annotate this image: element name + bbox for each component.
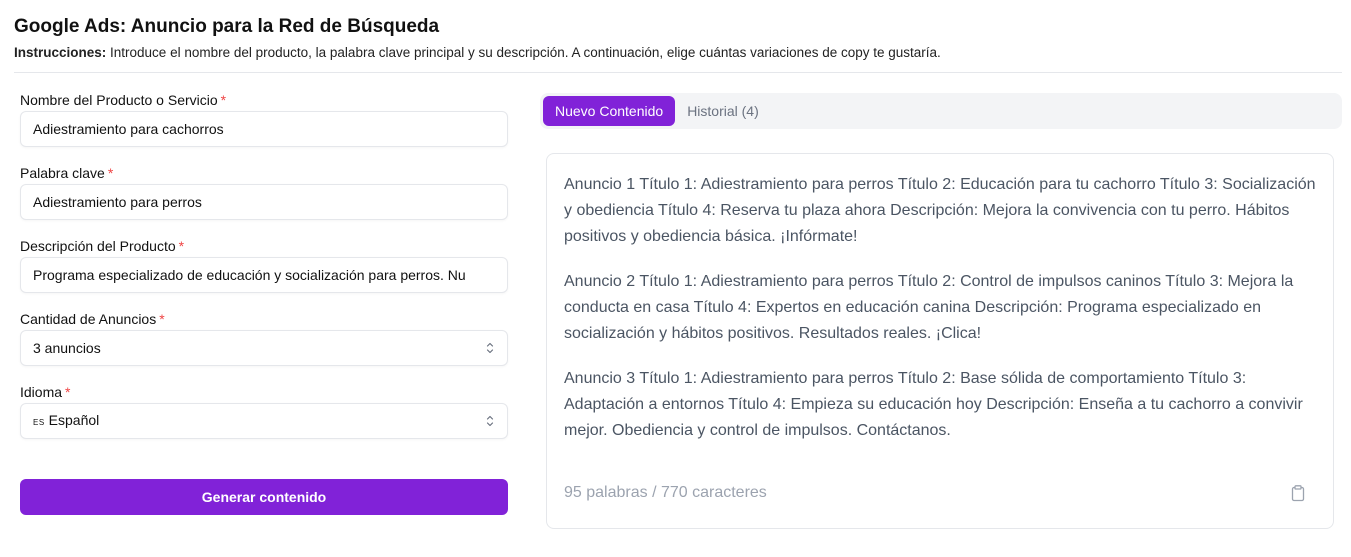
chevron-up-down-icon	[486, 342, 494, 354]
required-marker: *	[107, 165, 114, 181]
generated-output-card: Anuncio 1 Título 1: Adiestramiento para …	[546, 153, 1334, 529]
product-field: Nombre del Producto o Servicio * Adiestra…	[20, 91, 508, 147]
language-field: Idioma * ES Español	[20, 383, 508, 439]
language-value: Español	[48, 411, 100, 428]
tab-history[interactable]: Historial (4)	[675, 96, 771, 126]
generate-content-button[interactable]: Generar contenido	[20, 479, 508, 515]
header-divider	[14, 72, 1342, 73]
quantity-field: Cantidad de Anuncios * 3 anuncios	[20, 310, 508, 366]
description-value: Programa especializado de educación y so…	[33, 267, 466, 283]
instructions-text: Introduce el nombre del producto, la pal…	[106, 45, 941, 60]
page-title: Google Ads: Anuncio para la Red de Búsqu…	[14, 16, 440, 37]
keyword-field: Palabra clave * Adiestramiento para perro…	[20, 164, 508, 220]
page-header: Google Ads: Anuncio para la Red de Búsqu…	[14, 14, 1342, 62]
language-select[interactable]: ES Español	[20, 403, 508, 439]
content-tabs: Nuevo Contenido Historial (4)	[540, 93, 1342, 129]
language-selected: ES Español	[33, 404, 100, 438]
description-label: Descripción del Producto *	[20, 238, 185, 254]
quantity-label: Cantidad de Anuncios *	[20, 311, 165, 327]
ad-copy-3: Anuncio 3 Título 1: Adiestramiento para …	[564, 370, 1303, 439]
spain-flag-icon: ES	[33, 417, 45, 427]
description-field: Descripción del Producto * Programa espec…	[20, 237, 508, 293]
ad-form: Nombre del Producto o Servicio * Adiestra…	[20, 91, 508, 456]
product-name-value: Adiestramiento para cachorros	[33, 121, 224, 137]
keyword-label: Palabra clave *	[20, 165, 114, 181]
instructions-label: Instrucciones:	[14, 45, 107, 60]
product-name-input[interactable]: Adiestramiento para cachorros	[20, 111, 508, 147]
word-count: 95 palabras / 770 caracteres	[564, 484, 767, 501]
output-footer: 95 palabras / 770 caracteres	[564, 484, 1307, 502]
required-marker: *	[159, 311, 165, 327]
required-marker: *	[178, 238, 185, 254]
keyword-value: Adiestramiento para perros	[33, 194, 202, 210]
chevron-up-down-icon	[486, 415, 494, 427]
quantity-select[interactable]: 3 anuncios	[20, 330, 508, 366]
clipboard-icon[interactable]	[1289, 484, 1307, 502]
language-label: Idioma *	[20, 384, 71, 400]
ad-copy-2: Anuncio 2 Título 1: Adiestramiento para …	[564, 273, 1294, 342]
keyword-input[interactable]: Adiestramiento para perros	[20, 184, 508, 220]
product-label: Nombre del Producto o Servicio *	[20, 92, 227, 108]
ad-copy-1: Anuncio 1 Título 1: Adiestramiento para …	[564, 176, 1316, 245]
description-input[interactable]: Programa especializado de educación y so…	[20, 257, 508, 293]
tab-new-content[interactable]: Nuevo Contenido	[543, 96, 676, 126]
required-marker: *	[65, 384, 71, 400]
quantity-value: 3 anuncios	[33, 340, 101, 356]
required-marker: *	[220, 92, 227, 108]
instructions: Instrucciones: Introduce el nombre del p…	[14, 44, 1342, 62]
